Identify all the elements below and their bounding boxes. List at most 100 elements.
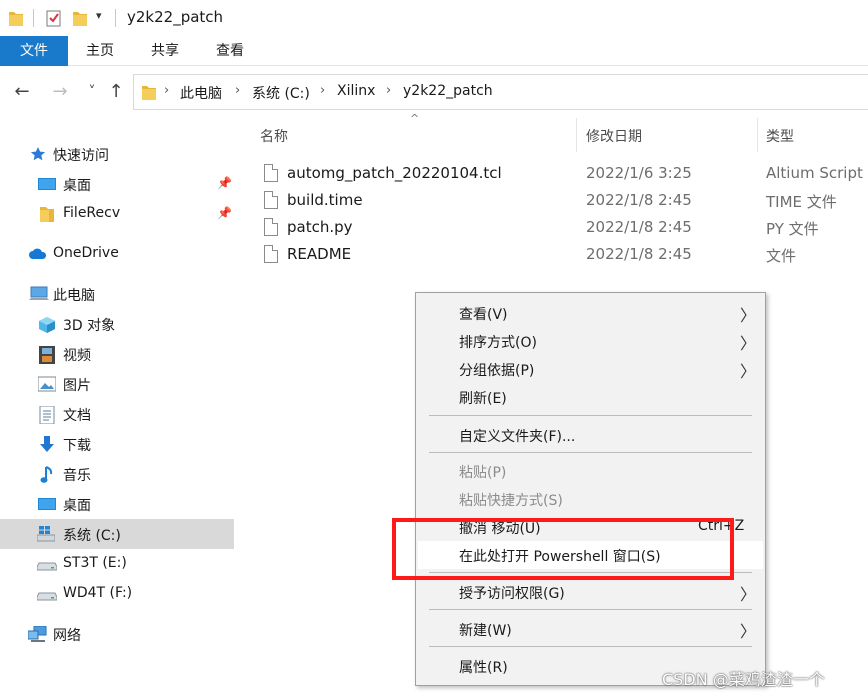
sidebar-item-quick-access[interactable]: 快速访问 [0, 139, 234, 169]
sidebar-item-filerecv[interactable]: FileRecv 📌 [0, 199, 234, 229]
sidebar-item-pictures[interactable]: 图片 [0, 369, 234, 399]
menu-item-label: 新建(W) [459, 623, 512, 639]
menu-item-group-by[interactable]: 分组依据(P) 〉 [418, 355, 763, 383]
menu-item-grant-access[interactable]: 授予访问权限(G) 〉 [418, 578, 763, 606]
desktop-icon [38, 496, 56, 512]
menu-item-open-powershell[interactable]: 在此处打开 Powershell 窗口(S) [418, 541, 763, 569]
breadcrumb-this-pc[interactable]: 此电脑 [180, 83, 222, 103]
chevron-right-icon[interactable]: › [386, 83, 391, 98]
chevron-right-icon[interactable]: › [235, 83, 240, 98]
watermark: CSDN @菜鸡渣渣一个 [662, 670, 825, 689]
navigation-pane: 快速访问 桌面 📌 FileRecv 📌 OneDrive 此电脑 3D 对象 [0, 118, 236, 696]
file-row[interactable]: README 2022/1/8 2:45 文件 [256, 241, 868, 268]
sidebar-item-label: 3D 对象 [63, 318, 116, 334]
menu-item-sort-by[interactable]: 排序方式(O) 〉 [418, 327, 763, 355]
tab-home[interactable]: 主页 [68, 36, 132, 66]
up-button[interactable]: ↑ [104, 80, 128, 104]
column-header-type[interactable]: 类型 [766, 126, 794, 146]
drive-icon [36, 556, 58, 572]
tab-file[interactable]: 文件 [0, 36, 68, 66]
sidebar-item-label: 系统 (C:) [63, 528, 121, 544]
sidebar-item-label: 此电脑 [53, 288, 95, 304]
sidebar-item-desktop-pinned[interactable]: 桌面 📌 [0, 169, 234, 199]
chevron-right-icon: 〉 [740, 622, 757, 641]
menu-item-label: 授予访问权限(G) [459, 586, 565, 602]
menu-item-label: 分组依据(P) [459, 363, 535, 379]
breadcrumb-system-drive[interactable]: 系统 (C:) [252, 83, 310, 103]
back-button[interactable]: ← [10, 80, 34, 104]
sidebar-item-onedrive[interactable]: OneDrive [0, 239, 234, 269]
column-header-modified[interactable]: 修改日期 [586, 126, 642, 146]
sidebar-item-system-c[interactable]: 系统 (C:) [0, 519, 234, 549]
file-row[interactable]: automg_patch_20220104.tcl 2022/1/6 3:25 … [256, 160, 868, 187]
column-divider[interactable] [576, 118, 577, 152]
menu-item-customize-folder[interactable]: 自定义文件夹(F)... [418, 421, 763, 449]
breadcrumb-y2k22-patch[interactable]: y2k22_patch [403, 83, 493, 99]
menu-item-undo-move[interactable]: 撤消 移动(U) Ctrl+Z [418, 513, 763, 541]
folder-icon [40, 206, 56, 222]
title-bar: ▾ y2k22_patch [0, 0, 868, 36]
breadcrumb-xilinx[interactable]: Xilinx [337, 83, 375, 99]
tab-view[interactable]: 查看 [198, 36, 262, 66]
pin-icon: 📌 [217, 206, 232, 220]
file-row[interactable]: patch.py 2022/1/8 2:45 PY 文件 [256, 214, 868, 241]
sort-ascending-icon: ^ [410, 112, 420, 125]
column-header-name[interactable]: 名称 [260, 126, 288, 146]
forward-button[interactable]: → [48, 80, 72, 104]
sidebar-item-music[interactable]: 音乐 [0, 459, 234, 489]
menu-item-label: 刷新(E) [459, 391, 507, 407]
customize-quick-access-icon[interactable]: ▾ [96, 9, 102, 22]
sidebar-item-label: 文档 [63, 408, 91, 424]
menu-item-paste[interactable]: 粘贴(P) [418, 457, 763, 485]
chevron-right-icon: 〉 [740, 585, 757, 604]
sidebar-item-videos[interactable]: 视频 [0, 339, 234, 369]
sidebar-item-st3t-e[interactable]: ST3T (E:) [0, 549, 234, 579]
menu-item-new[interactable]: 新建(W) 〉 [418, 615, 763, 643]
document-icon [39, 405, 55, 425]
file-name: patch.py [287, 218, 353, 236]
tab-share[interactable]: 共享 [132, 36, 198, 66]
properties-icon[interactable] [46, 9, 62, 31]
sidebar-item-desktop[interactable]: 桌面 [0, 489, 234, 519]
recent-locations-button[interactable]: ˅ [80, 80, 104, 104]
folder-icon [8, 9, 24, 31]
sidebar-item-label: OneDrive [53, 245, 119, 261]
sidebar-item-this-pc[interactable]: 此电脑 [0, 279, 234, 309]
menu-item-label: 粘贴(P) [459, 465, 507, 481]
file-type: 文件 [766, 247, 797, 265]
file-name: build.time [287, 191, 363, 209]
chevron-right-icon[interactable]: › [164, 83, 169, 98]
menu-item-label: 属性(R) [459, 660, 508, 676]
desktop-icon [38, 176, 56, 192]
chevron-right-icon: 〉 [740, 306, 757, 325]
sidebar-item-network[interactable]: 网络 [0, 619, 234, 649]
file-icon [264, 191, 278, 209]
sidebar-item-label: 音乐 [63, 468, 91, 484]
sidebar-item-3d-objects[interactable]: 3D 对象 [0, 309, 234, 339]
menu-item-label: 自定义文件夹(F)... [459, 429, 576, 445]
sidebar-item-label: 快速访问 [53, 148, 109, 164]
sidebar-item-downloads[interactable]: 下载 [0, 429, 234, 459]
menu-item-paste-shortcut[interactable]: 粘贴快捷方式(S) [418, 485, 763, 513]
file-modified: 2022/1/8 2:45 [586, 218, 692, 236]
navigation-bar: ← → ˅ ↑ › 此电脑 › 系统 (C:) › Xilinx › y2k22… [0, 66, 868, 118]
menu-item-shortcut: Ctrl+Z [698, 518, 745, 534]
address-bar[interactable]: › 此电脑 › 系统 (C:) › Xilinx › y2k22_patch [133, 74, 868, 110]
menu-separator [429, 646, 752, 647]
menu-item-refresh[interactable]: 刷新(E) [418, 383, 763, 411]
star-icon [30, 146, 46, 162]
menu-item-view[interactable]: 查看(V) 〉 [418, 299, 763, 327]
cube-icon [38, 316, 55, 333]
chevron-right-icon[interactable]: › [320, 83, 325, 98]
sidebar-item-documents[interactable]: 文档 [0, 399, 234, 429]
sidebar-item-label: 桌面 [63, 498, 91, 514]
new-folder-icon[interactable] [72, 9, 88, 31]
file-modified: 2022/1/8 2:45 [586, 245, 692, 263]
drive-icon [36, 586, 58, 602]
sidebar-item-wd4t-f[interactable]: WD4T (F:) [0, 579, 234, 609]
picture-icon [37, 376, 57, 392]
file-row[interactable]: build.time 2022/1/8 2:45 TIME 文件 [256, 187, 868, 214]
window-title: y2k22_patch [127, 8, 224, 26]
file-name: README [287, 245, 352, 263]
column-divider[interactable] [757, 118, 758, 152]
